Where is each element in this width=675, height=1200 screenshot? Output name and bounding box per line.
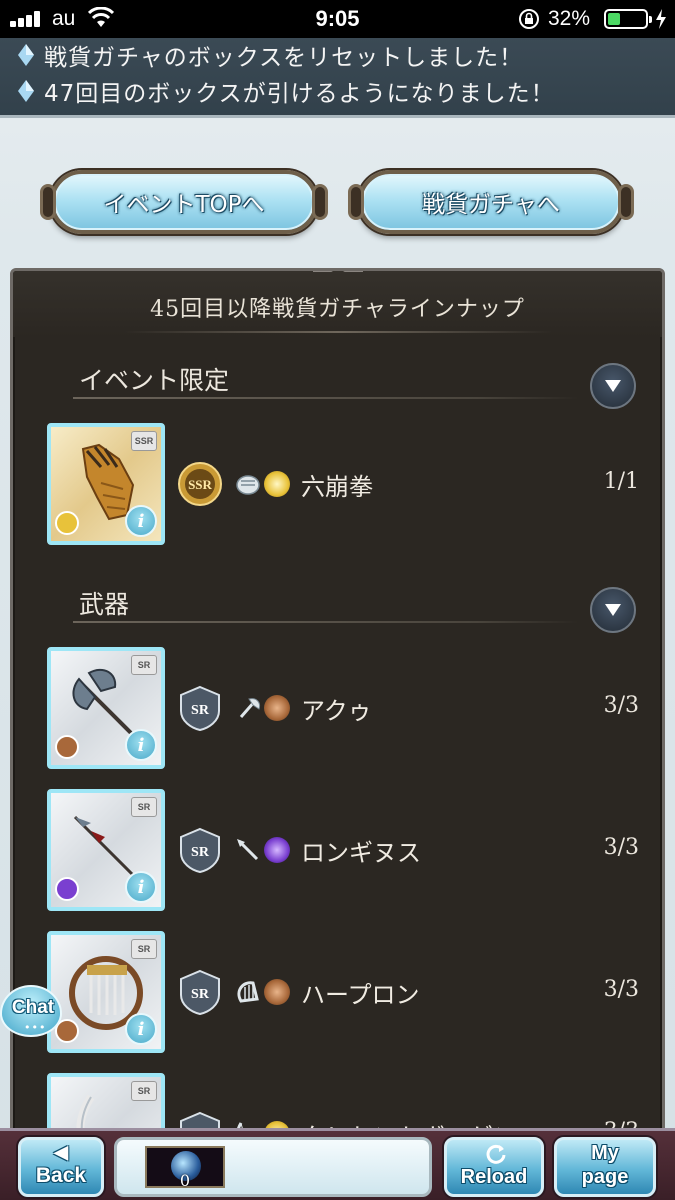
sr-badge-icon: SR [180, 969, 220, 1015]
section-header-event: イベント限定 [73, 357, 636, 409]
axe-type-icon [239, 698, 260, 718]
list-item[interactable]: SR i SR ロンギヌス 3/3 [47, 789, 639, 911]
collapse-button[interactable] [590, 363, 636, 409]
rarity-text: SR [191, 987, 210, 1002]
fist-type-icon [236, 475, 260, 495]
panel-title: 45回目以降戦貨ガチャラインナップ [150, 297, 525, 322]
back-label: Back [35, 1164, 87, 1187]
notice-item: 47回目のボックスが引けるようになりました！ [18, 74, 555, 108]
list-item[interactable]: SR i SR ハープロン 3/3 [47, 931, 639, 1053]
chat-dots: ••• [24, 1021, 47, 1034]
earth-element-icon [264, 979, 290, 1005]
crystal-icon [18, 80, 34, 102]
button-ornament [40, 184, 56, 220]
light-element-icon [55, 511, 79, 535]
back-button[interactable]: ◀ Back [18, 1137, 104, 1197]
orientation-lock-icon [519, 9, 539, 29]
notice-banner: 戦貨ガチャのボックスをリセットしました！ 47回目のボックスが引けるようになりま… [0, 38, 675, 118]
button-ornament [618, 184, 634, 220]
thumb-rarity-tag: SR [131, 797, 157, 817]
info-button[interactable]: i [125, 871, 157, 903]
status-area: 0 [114, 1137, 432, 1197]
notice-text: 戦貨ガチャのボックスをリセットしました！ [44, 45, 524, 71]
section-label: 武器 [79, 590, 130, 619]
rarity-text: SR [191, 845, 210, 860]
info-button[interactable]: i [125, 505, 157, 537]
battery-percent: 32% [548, 7, 591, 30]
divider [73, 397, 578, 399]
thumb-rarity-tag: SSR [131, 431, 157, 451]
thumb-rarity-tag: SR [131, 939, 157, 959]
event-top-button[interactable]: イベントTOPへ [40, 170, 328, 234]
gacha-button[interactable]: 戦貨ガチャへ [348, 170, 634, 234]
gacha-label: 戦貨ガチャへ [422, 192, 560, 218]
my-page-button[interactable]: My page [554, 1137, 656, 1197]
item-name: ロンギヌス [301, 839, 421, 867]
reload-button[interactable]: Reload [444, 1137, 544, 1197]
chat-label: Chat [11, 997, 55, 1018]
spear-type-icon [237, 839, 259, 861]
section-label: イベント限定 [79, 366, 230, 395]
item-thumbnail[interactable]: SSR i [47, 423, 165, 545]
item-name: 六崩拳 [301, 473, 373, 501]
light-element-icon [264, 471, 290, 497]
panel-header: 45回目以降戦貨ガチャラインナップ [13, 271, 662, 337]
back-arrow-icon: ◀ [54, 1142, 68, 1162]
page-label: page [581, 1166, 629, 1188]
item-name: アクゥ [301, 697, 372, 725]
notice-text: 47回目のボックスが引けるようになりました！ [44, 81, 555, 107]
item-thumbnail[interactable]: SR i [47, 789, 165, 911]
event-top-label: イベントTOPへ [103, 192, 265, 218]
orb-count: 0 [179, 1171, 191, 1190]
info-button[interactable]: i [125, 729, 157, 761]
status-bar: au 9:05 32% [0, 0, 675, 38]
chevron-down-icon [605, 380, 621, 392]
harp-type-icon [237, 981, 259, 1003]
rarity-text: SR [191, 703, 210, 718]
earth-element-icon [55, 735, 79, 759]
sr-badge-icon: SR [180, 685, 220, 731]
section-header-weapons: 武器 [73, 581, 636, 633]
battery-icon [604, 9, 652, 29]
reload-icon [486, 1144, 506, 1164]
rarity-text: SSR [188, 477, 212, 492]
thumb-rarity-tag: SR [131, 1081, 157, 1101]
crystal-icon [18, 44, 34, 66]
divider [123, 331, 553, 333]
lineup-panel: 45回目以降戦貨ガチャラインナップ イベント限定 SSR i SSR 六崩拳 1… [10, 268, 665, 1138]
dark-element-icon [55, 877, 79, 901]
sr-badge-icon: SR [180, 827, 220, 873]
item-count: 3/3 [603, 977, 639, 1002]
ornament-icon [313, 271, 363, 272]
my-label: My [591, 1142, 619, 1164]
ssr-badge-icon: SSR [178, 462, 222, 506]
item-thumbnail[interactable]: SR i [47, 931, 165, 1053]
item-name: ハープロン [301, 981, 420, 1009]
info-button[interactable]: i [125, 1013, 157, 1045]
reload-label: Reload [460, 1166, 528, 1188]
item-thumbnail[interactable]: SR i [47, 647, 165, 769]
charging-icon [656, 9, 666, 29]
notice-item: 戦貨ガチャのボックスをリセットしました！ [18, 38, 523, 72]
button-ornament [348, 184, 364, 220]
button-ornament [312, 184, 328, 220]
collapse-button[interactable] [590, 587, 636, 633]
item-count: 3/3 [603, 693, 639, 718]
divider [73, 621, 578, 623]
list-item[interactable]: SR i SR アクゥ 3/3 [47, 647, 639, 769]
list-item[interactable]: SSR i SSR 六崩拳 1/1 [47, 423, 639, 545]
chat-button[interactable]: Chat ••• [0, 985, 62, 1037]
item-count: 1/1 [603, 469, 639, 494]
thumb-rarity-tag: SR [131, 655, 157, 675]
bottom-nav: ◀ Back 0 Reload My page [0, 1128, 675, 1200]
dark-element-icon [264, 837, 290, 863]
chevron-down-icon [605, 604, 621, 616]
item-count: 3/3 [603, 835, 639, 860]
earth-element-icon [264, 695, 290, 721]
orb-gauge[interactable]: 0 [145, 1146, 225, 1190]
